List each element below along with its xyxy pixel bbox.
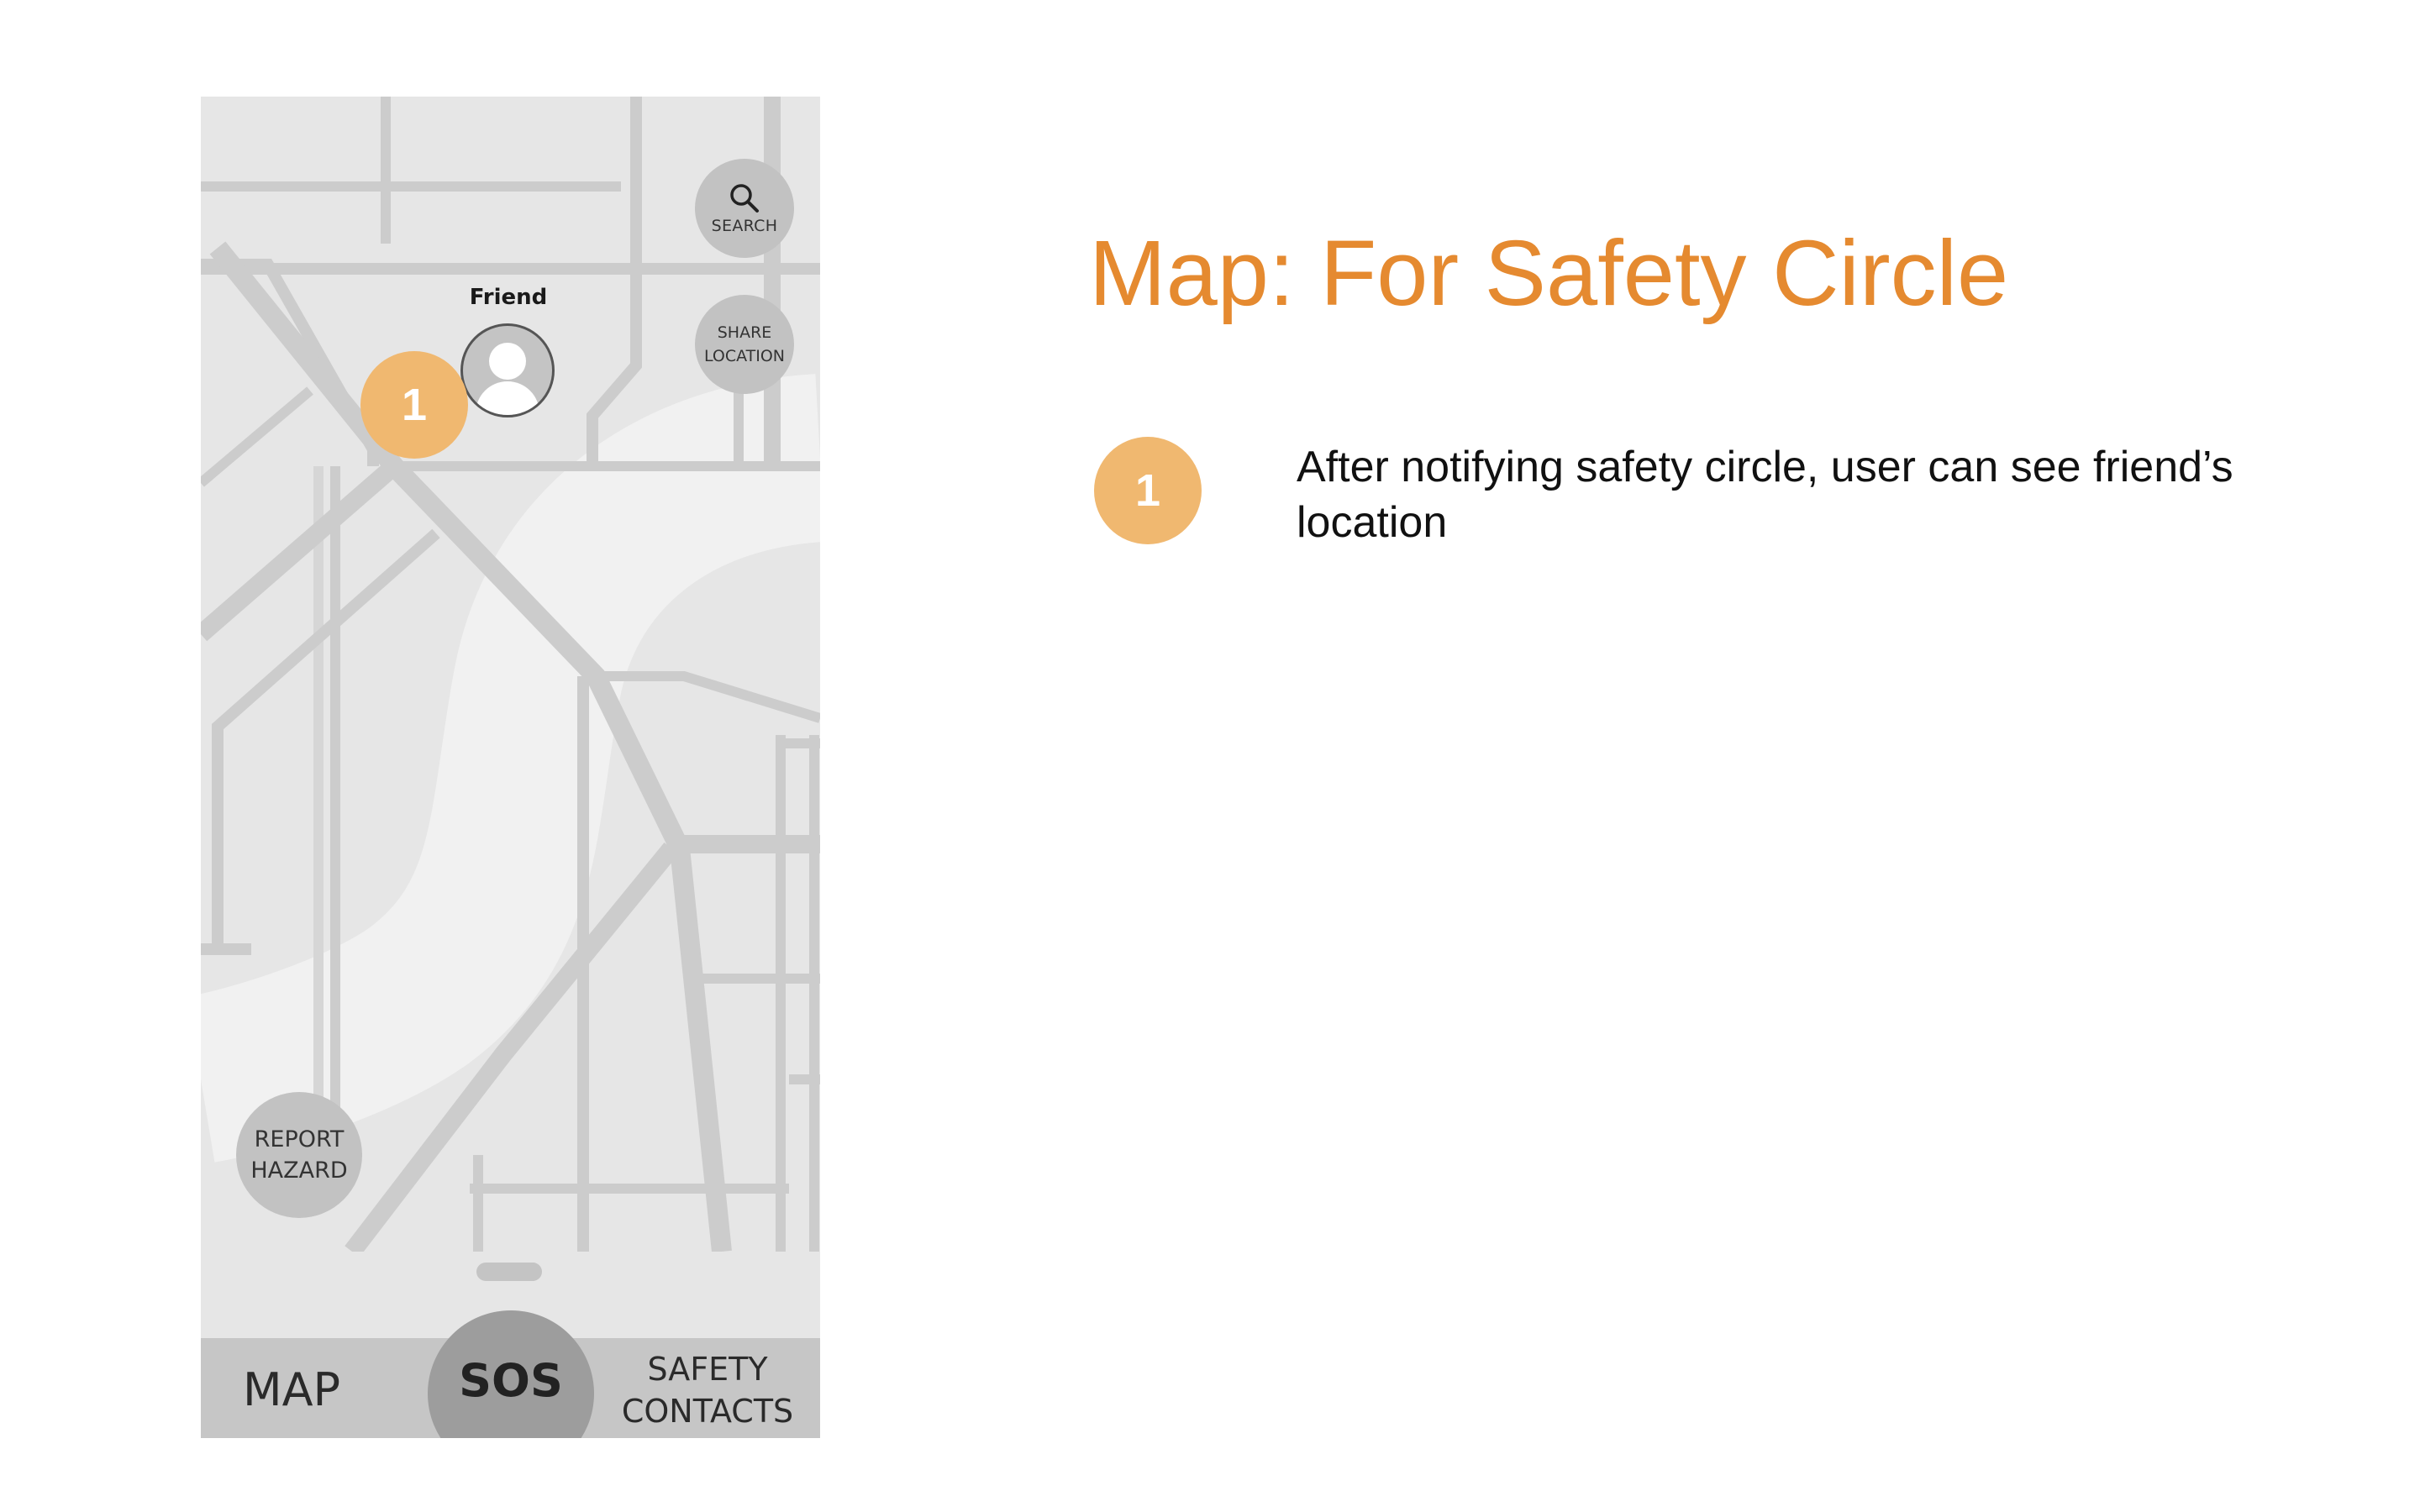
map-marker-badge: 1	[360, 351, 468, 459]
legend-badge: 1	[1094, 437, 1202, 544]
search-button[interactable]: SEARCH	[695, 159, 794, 258]
report-hazard-button[interactable]: REPORT HAZARD	[236, 1092, 362, 1218]
share-location-button[interactable]: SHARE LOCATION	[695, 295, 794, 394]
avatar-person-icon	[476, 343, 539, 415]
share-label-line1: SHARE	[717, 323, 772, 342]
nav-safety-contacts-tab[interactable]: SAFETY CONTACTS	[602, 1348, 813, 1432]
report-label-line1: REPORT	[254, 1126, 345, 1152]
share-label-line2: LOCATION	[703, 347, 786, 365]
legend-description: After notifying safety circle, user can …	[1297, 443, 2233, 547]
safety-label-line1: SAFETY	[647, 1351, 768, 1388]
friend-avatar[interactable]	[460, 323, 555, 417]
friend-label: Friend	[469, 285, 548, 310]
safety-label-line2: CONTACTS	[621, 1393, 794, 1430]
slide-title: Map: For Safety Circle	[1089, 222, 2009, 325]
map-background[interactable]	[201, 97, 820, 1252]
phone-mockup: SEARCH SHARE LOCATION Friend 1 REPORT HA…	[201, 97, 820, 1438]
nav-map-tab[interactable]: MAP	[243, 1363, 386, 1416]
search-icon	[730, 184, 759, 213]
sos-label: SOS	[459, 1354, 563, 1407]
bottom-sheet-handle[interactable]	[476, 1263, 542, 1281]
search-label: SEARCH	[711, 217, 778, 235]
sos-button[interactable]: SOS	[428, 1310, 594, 1438]
report-label-line2: HAZARD	[250, 1158, 348, 1184]
